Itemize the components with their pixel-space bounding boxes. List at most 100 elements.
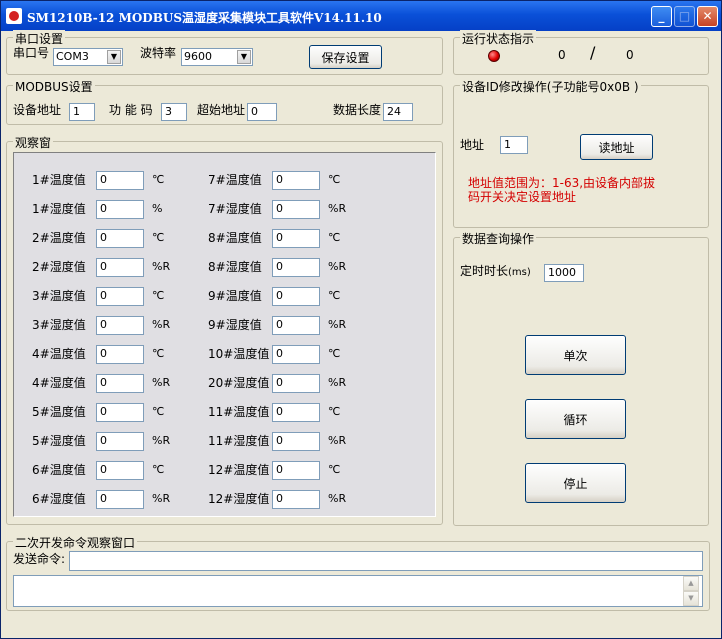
device-address-label: 设备地址 [13,103,62,117]
sensor-label: 6#湿度值 [32,492,86,506]
close-button[interactable]: ✕ [697,6,718,27]
sensor-label: 3#湿度值 [32,318,86,332]
observe-window-legend: 观察窗 [13,134,54,151]
sensor-value-field[interactable]: 0 [96,432,144,451]
start-address-input[interactable]: 0 [247,103,277,121]
port-label: 串口号 [13,46,50,60]
sensor-value-field[interactable]: 0 [272,171,320,190]
sensor-unit: %R [152,260,171,273]
port-value: COM3 [56,50,89,63]
sensor-label: 12#湿度值 [208,492,270,506]
single-query-button[interactable]: 单次 [525,335,626,375]
log-scrollbar[interactable]: ▲ ▼ [683,576,699,606]
baud-label: 波特率 [140,46,177,60]
sensor-unit: ℃ [152,347,165,360]
chevron-down-icon[interactable]: ▼ [107,50,121,64]
sensor-value-field[interactable]: 0 [96,403,144,422]
sensor-label: 2#温度值 [32,231,86,245]
sensor-value-field[interactable]: 0 [272,200,320,219]
sensor-value-field[interactable]: 0 [272,345,320,364]
sensor-unit: ℃ [328,231,341,244]
sensor-unit: ℃ [152,289,165,302]
sensor-label: 5#温度值 [32,405,86,419]
sensor-unit: %R [152,434,171,447]
chevron-down-icon[interactable]: ▼ [237,50,251,64]
sensor-label: 3#温度值 [32,289,86,303]
stop-query-button[interactable]: 停止 [525,463,626,503]
maximize-icon: □ [678,9,691,23]
sensor-value-field[interactable]: 0 [272,316,320,335]
function-code-input[interactable]: 3 [161,103,187,121]
send-command-input[interactable] [69,551,703,571]
function-code-label: 功 能 码 [109,103,153,117]
sensor-value-field[interactable]: 0 [272,374,320,393]
dev-command-legend: 二次开发命令观察窗口 [13,534,138,551]
scroll-down-icon[interactable]: ▼ [683,591,699,606]
run-status-legend: 运行状态指示 [460,30,537,47]
status-separator: / [590,43,596,62]
device-address-input[interactable]: 1 [69,103,95,121]
sensor-value-field[interactable]: 0 [272,461,320,480]
port-select[interactable]: COM3 ▼ [53,48,123,66]
minimize-icon: _ [658,9,665,23]
app-window: SM1210B-12 MODBUS温湿度采集模块工具软件V14.11.10 _ … [0,0,722,639]
modbus-settings-legend: MODBUS设置 [13,78,95,95]
sensor-value-field[interactable]: 0 [272,287,320,306]
command-log-textarea[interactable] [13,575,703,607]
sensor-value-field[interactable]: 0 [96,490,144,509]
start-address-label: 超始地址 [197,103,246,117]
device-id-legend: 设备ID修改操作(子功能号0x0B ) [460,78,641,95]
sensor-value-field[interactable]: 0 [96,316,144,335]
sensor-label: 6#温度值 [32,463,86,477]
sensor-unit: %R [328,260,347,273]
status-count-left: 0 [558,48,566,62]
data-length-input[interactable]: 24 [383,103,413,121]
data-length-label: 数据长度 [333,103,382,117]
sensor-value-field[interactable]: 0 [96,200,144,219]
title-bar[interactable]: SM1210B-12 MODBUS温湿度采集模块工具软件V14.11.10 _ … [1,1,721,31]
device-id-group: 设备ID修改操作(子功能号0x0B ) 地址 1 读地址 地址值范围为：1-63… [453,78,709,228]
sensor-label: 8#温度值 [208,231,262,245]
id-address-input[interactable]: 1 [500,136,528,154]
sensor-value-field[interactable]: 0 [272,258,320,277]
sensor-label: 4#湿度值 [32,376,86,390]
sensor-unit: %R [152,376,171,389]
send-command-label: 发送命令: [13,552,66,566]
sensor-value-field[interactable]: 0 [272,229,320,248]
maximize-button[interactable]: □ [674,6,695,27]
loop-query-button[interactable]: 循环 [525,399,626,439]
app-icon [6,8,22,24]
scroll-up-icon[interactable]: ▲ [683,576,699,591]
timer-input[interactable]: 1000 [544,264,584,282]
baud-select[interactable]: 9600 ▼ [181,48,253,66]
sensor-label: 9#温度值 [208,289,262,303]
sensor-unit: ℃ [152,231,165,244]
sensor-value-field[interactable]: 0 [96,258,144,277]
sensor-label: 7#湿度值 [208,202,262,216]
sensor-value-field[interactable]: 0 [96,287,144,306]
sensor-label: 12#温度值 [208,463,270,477]
sensor-unit: ℃ [152,173,165,186]
address-note-line1: 地址值范围为：1-63,由设备内部拔 [468,176,656,190]
sensor-label: 2#湿度值 [32,260,86,274]
sensor-unit: %R [152,318,171,331]
sensor-value-field[interactable]: 0 [272,432,320,451]
modbus-settings-group: MODBUS设置 设备地址 1 功 能 码 3 超始地址 0 数据长度 24 [6,78,443,125]
read-address-button[interactable]: 读地址 [580,134,653,160]
data-query-group: 数据查询操作 定时时长(ms) 1000 单次 循环 停止 [453,230,709,526]
sensor-value-field[interactable]: 0 [96,345,144,364]
sensor-value-field[interactable]: 0 [272,490,320,509]
sensor-value-field[interactable]: 0 [96,171,144,190]
timer-unit: (ms) [508,267,531,278]
sensor-unit: ℃ [328,289,341,302]
sensor-value-field[interactable]: 0 [272,403,320,422]
sensor-label: 7#温度值 [208,173,262,187]
save-settings-button[interactable]: 保存设置 [309,45,382,69]
sensor-value-field[interactable]: 0 [96,229,144,248]
sensor-label: 1#湿度值 [32,202,86,216]
sensor-unit: %R [328,202,347,215]
run-status-group: 运行状态指示 0 / 0 [453,30,709,75]
sensor-value-field[interactable]: 0 [96,374,144,393]
sensor-value-field[interactable]: 0 [96,461,144,480]
minimize-button[interactable]: _ [651,6,672,27]
